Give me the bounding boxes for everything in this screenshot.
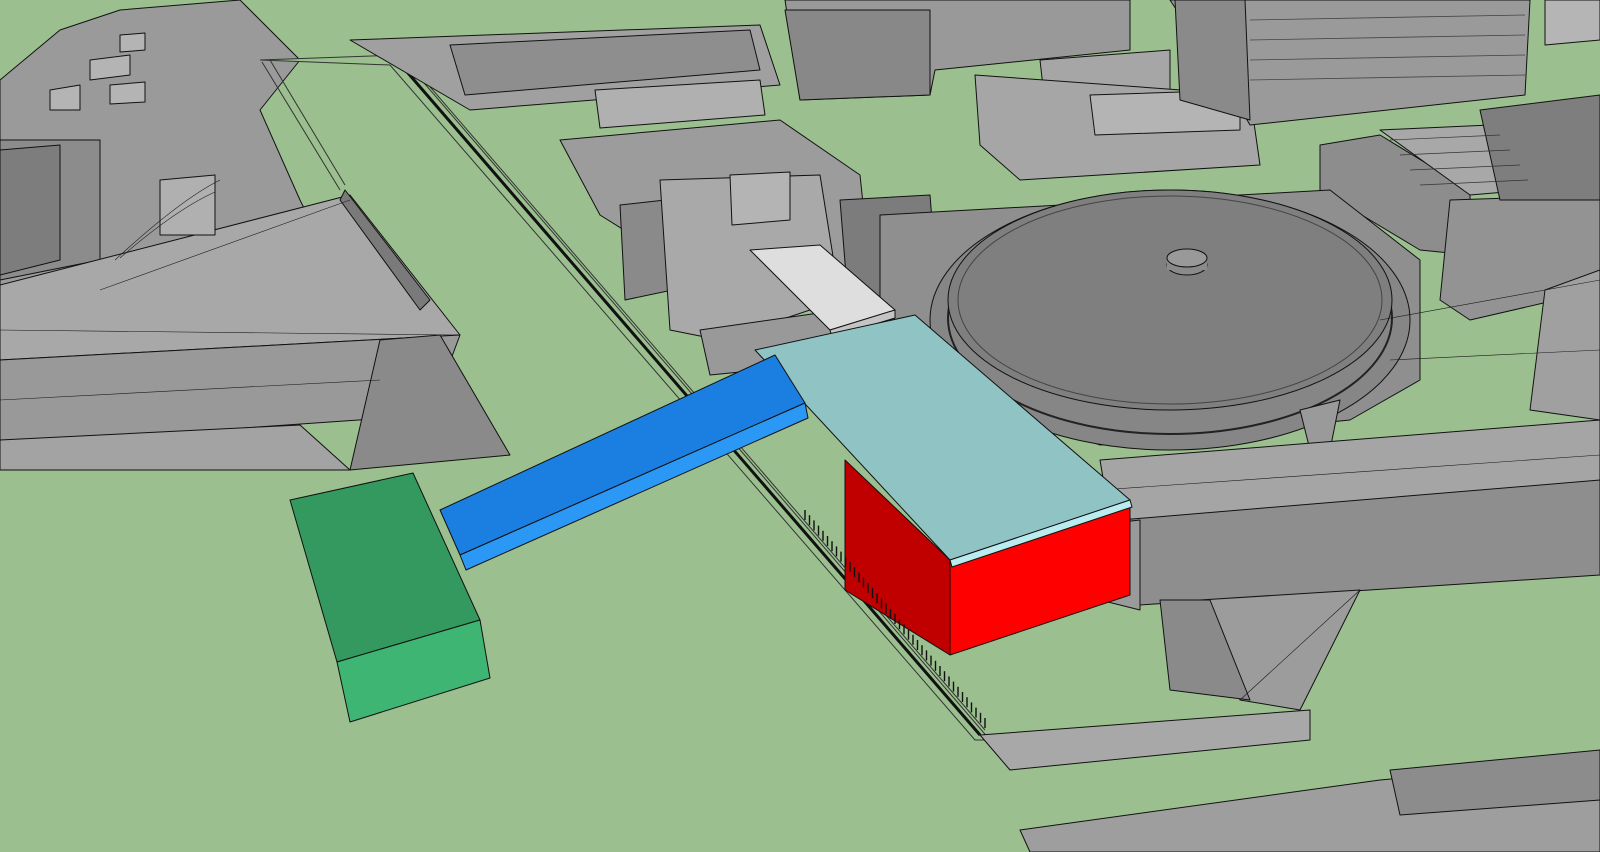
model-viewport[interactable] bbox=[0, 0, 1600, 852]
scene-canvas[interactable] bbox=[0, 0, 1600, 852]
